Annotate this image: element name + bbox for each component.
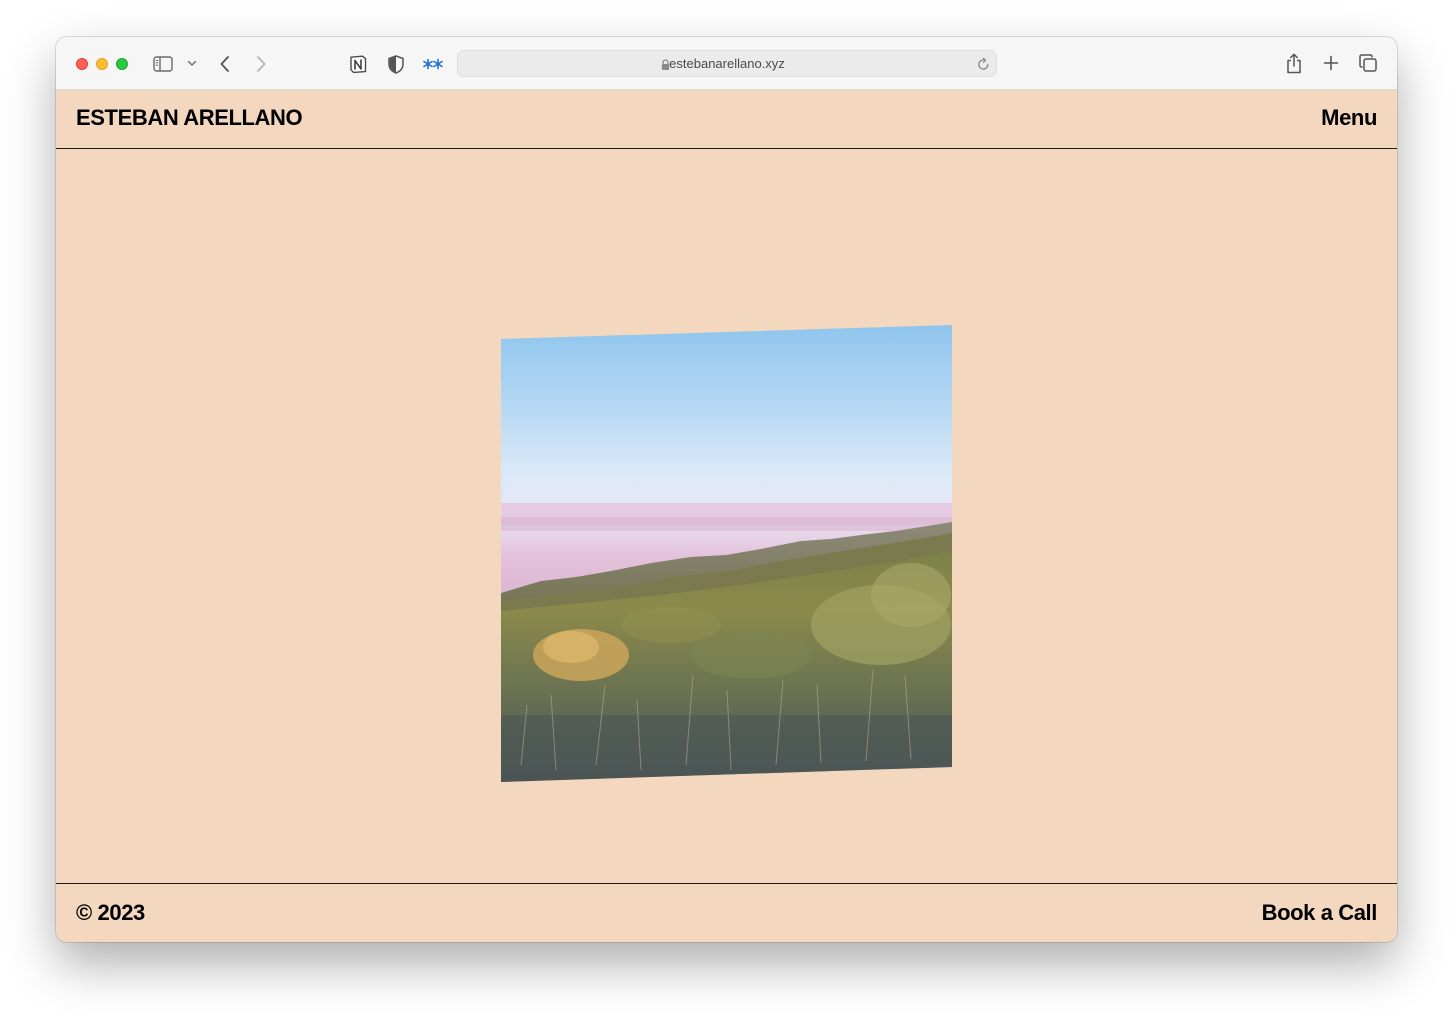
share-icon[interactable] xyxy=(1284,51,1304,75)
landscape-photo xyxy=(501,325,952,782)
site-logo-link[interactable]: ESTEBAN ARELLANO xyxy=(76,105,303,131)
landscape-photo-artwork xyxy=(501,325,952,782)
shield-icon[interactable] xyxy=(385,53,407,75)
chevron-right-icon[interactable] xyxy=(252,53,270,75)
site-header: ESTEBAN ARELLANO Menu xyxy=(56,90,1397,149)
copyright-text: © 2023 xyxy=(76,900,145,925)
browser-window: estebanarellano.xyz ESTEBAN ARELLANO Men… xyxy=(56,37,1397,942)
site-footer: © 2023 Book a Call xyxy=(56,883,1397,942)
sparkle-icon[interactable] xyxy=(422,54,444,74)
minimize-window-button[interactable] xyxy=(96,58,108,70)
plus-icon[interactable] xyxy=(1321,53,1341,73)
chevron-down-icon[interactable] xyxy=(186,57,198,69)
browser-toolbar: estebanarellano.xyz xyxy=(56,37,1397,90)
book-a-call-link[interactable]: Book a Call xyxy=(1262,900,1378,926)
sidebar-icon[interactable] xyxy=(152,53,174,75)
close-window-button[interactable] xyxy=(76,58,88,70)
address-bar[interactable]: estebanarellano.xyz xyxy=(457,50,997,77)
reload-icon[interactable] xyxy=(977,57,990,76)
menu-button[interactable]: Menu xyxy=(1321,105,1377,131)
tabs-overview-icon[interactable] xyxy=(1358,53,1378,73)
url-text: estebanarellano.xyz xyxy=(669,56,785,71)
web-page: ESTEBAN ARELLANO Menu © 2023 Book a Call xyxy=(56,90,1397,942)
zoom-window-button[interactable] xyxy=(116,58,128,70)
notion-icon[interactable] xyxy=(347,53,369,75)
chevron-left-icon[interactable] xyxy=(216,53,234,75)
